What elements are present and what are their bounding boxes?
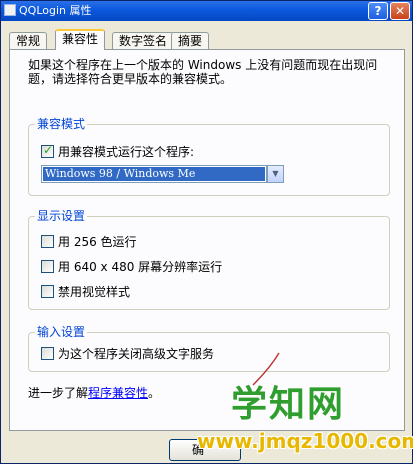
checkbox-640x480[interactable] (41, 260, 54, 273)
display-settings-legend: 显示设置 (35, 209, 88, 223)
input-option-row[interactable]: 为这个程序关闭高级文字服务 (41, 347, 214, 363)
checkbox-256-color[interactable] (41, 235, 54, 248)
learn-more-suffix: 。 (148, 386, 161, 400)
intro-text: 如果这个程序在上一个版本的 Windows 上没有问题而现在出现问题，请选择符合… (28, 58, 378, 86)
site-watermark: 学知网 www.jmqz1000.com (197, 383, 413, 461)
compat-mode-checkbox[interactable] (41, 143, 54, 158)
close-button[interactable]: ✕ (390, 2, 410, 20)
label-advanced-text-services: 为这个程序关闭高级文字服务 (58, 347, 215, 361)
tab-compatibility[interactable]: 兼容性 (55, 29, 106, 50)
os-select[interactable]: Windows 98 / Windows Me (41, 165, 267, 183)
checkbox-advanced-text-services[interactable] (41, 347, 54, 360)
dropdown-arrow-icon[interactable]: ▼ (267, 165, 284, 183)
display-option-disable-themes[interactable]: 禁用视觉样式 (41, 285, 130, 301)
compatibility-panel: 如果这个程序在上一个版本的 Windows 上没有问题而现在出现问题，请选择符合… (9, 49, 405, 431)
os-select-value: Windows 98 / Windows Me (43, 167, 265, 181)
properties-dialog: QQLogin 属性 ? ✕ 常规 兼容性 数字签名 摘要 如果这个程序在上一个… (0, 0, 413, 464)
display-settings-group: 显示设置 用 256 色运行 用 640 x 480 屏幕分辨率运行 禁用视觉样… (28, 209, 390, 310)
label-640x480: 用 640 x 480 屏幕分辨率运行 (58, 260, 223, 274)
learn-more-row: 进一步了解程序兼容性。 (28, 384, 160, 401)
title-bar[interactable]: QQLogin 属性 ? ✕ (1, 1, 412, 21)
label-256-color: 用 256 色运行 (58, 235, 137, 249)
label-disable-themes: 禁用视觉样式 (58, 285, 131, 299)
compat-mode-legend: 兼容模式 (35, 117, 88, 131)
display-option-640x480[interactable]: 用 640 x 480 屏幕分辨率运行 (41, 260, 222, 276)
program-compatibility-link[interactable]: 程序兼容性 (88, 386, 148, 400)
tab-summary[interactable]: 摘要 (171, 32, 210, 49)
watermark-logo-text: 学知网 (231, 384, 346, 425)
checkbox-disable-themes[interactable] (41, 285, 54, 298)
app-icon (4, 4, 16, 16)
tab-general[interactable]: 常规 (9, 32, 48, 49)
input-settings-group: 输入设置 为这个程序关闭高级文字服务 (28, 325, 390, 372)
window-title: QQLogin 属性 (19, 4, 92, 17)
compat-mode-checkbox-row[interactable]: 用兼容模式运行这个程序: (41, 143, 195, 161)
compat-mode-group: 兼容模式 用兼容模式运行这个程序: Windows 98 / Windows M… (28, 117, 390, 196)
watermark-url: www.jmqz1000.com (197, 429, 413, 453)
pen-stroke-mark (252, 352, 280, 386)
display-option-256-color[interactable]: 用 256 色运行 (41, 235, 137, 251)
help-button[interactable]: ? (368, 2, 388, 20)
learn-more-prefix: 进一步了解 (28, 386, 89, 400)
tab-digital-signature[interactable]: 数字签名 (112, 32, 175, 49)
input-settings-legend: 输入设置 (35, 325, 88, 339)
compat-mode-checkbox-label: 用兼容模式运行这个程序: (58, 145, 195, 159)
